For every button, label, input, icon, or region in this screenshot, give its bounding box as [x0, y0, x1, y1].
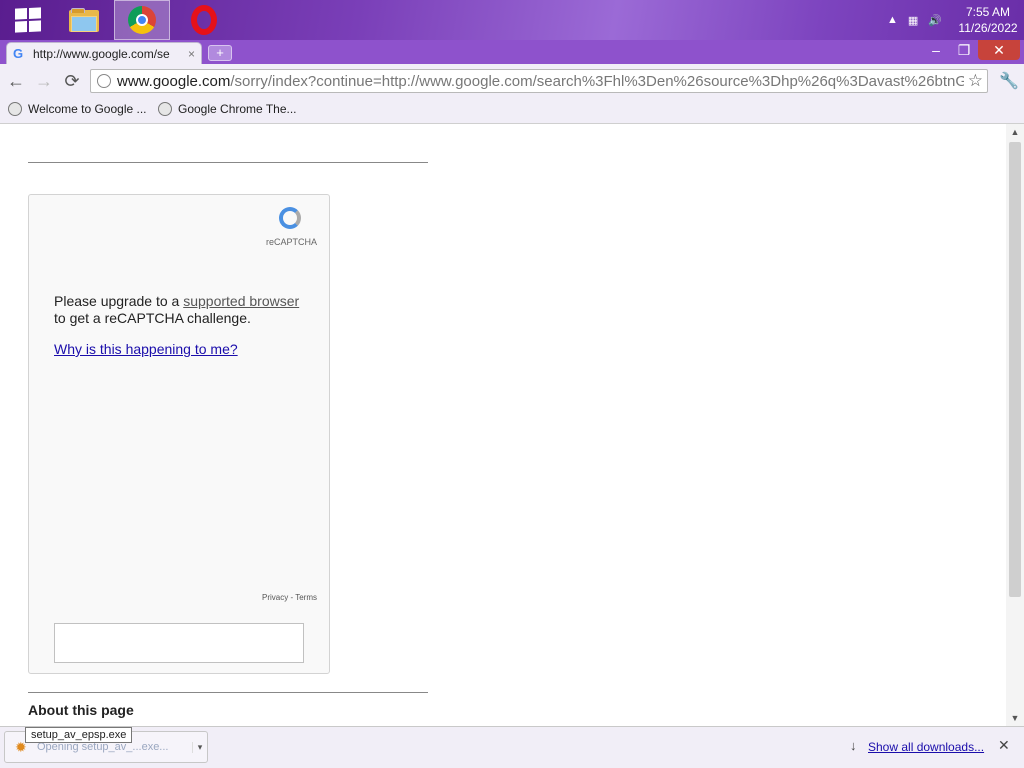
download-menu-caret[interactable]: ▾ — [192, 741, 207, 753]
chevron-up-icon[interactable]: ▲ — [887, 14, 898, 26]
folder-icon — [69, 8, 99, 32]
bookmark-item[interactable]: Welcome to Google ... — [8, 102, 147, 116]
wrench-menu-icon[interactable]: 🔧 — [996, 68, 1022, 94]
clock-time: 7:55 AM — [965, 5, 1011, 19]
show-all-downloads-link[interactable]: Show all downloads... — [868, 740, 984, 754]
message-suffix: to get a reCAPTCHA challenge. — [54, 310, 251, 326]
recaptcha-response-field[interactable] — [54, 623, 304, 663]
recaptcha-label: reCAPTCHA — [265, 237, 317, 247]
taskbar: ▲ ▦ 🔊 7:55 AM 11/26/2022 — [0, 0, 1024, 40]
globe-icon — [158, 102, 172, 116]
back-button[interactable]: ← — [3, 68, 29, 94]
divider — [28, 692, 428, 693]
bookmark-star-icon[interactable]: ☆ — [968, 71, 983, 91]
volume-icon[interactable]: 🔊 — [928, 14, 942, 27]
opera-icon — [191, 5, 217, 35]
forward-button[interactable]: → — [31, 68, 57, 94]
recaptcha-logo-icon — [277, 205, 307, 235]
tab-close-button[interactable]: × — [188, 47, 195, 61]
vertical-scrollbar[interactable]: ▲ ▼ — [1006, 124, 1024, 726]
download-tooltip: setup_av_epsp.exe — [25, 727, 133, 743]
bookmarks-bar: Welcome to Google ... Google Chrome The.… — [0, 98, 1024, 124]
bookmark-label: Welcome to Google ... — [28, 102, 147, 116]
about-heading: About this page — [28, 702, 134, 718]
start-button[interactable] — [0, 0, 56, 40]
url-path: /sorry/index?continue=http://www.google.… — [230, 72, 964, 90]
bookmark-item[interactable]: Google Chrome The... — [158, 102, 297, 116]
divider — [28, 162, 428, 163]
globe-icon — [97, 74, 111, 88]
clock[interactable]: 7:55 AM 11/26/2022 — [952, 4, 1024, 36]
url-host: www.google.com — [117, 72, 231, 90]
network-icon[interactable]: ▦ — [908, 14, 918, 27]
scroll-up-arrow-icon[interactable]: ▲ — [1006, 124, 1024, 140]
scroll-down-arrow-icon[interactable]: ▼ — [1006, 710, 1024, 726]
recaptcha-message: Please upgrade to a supported browser to… — [54, 293, 304, 327]
google-favicon-icon: G — [13, 45, 24, 61]
taskbar-opera[interactable] — [176, 0, 232, 40]
supported-browser-link[interactable]: supported browser — [183, 293, 299, 309]
address-bar[interactable]: www.google.com/sorry/index?continue=http… — [90, 69, 988, 93]
new-tab-button[interactable]: + — [208, 45, 232, 61]
close-window-button[interactable]: ✕ — [978, 40, 1020, 60]
chrome-icon — [128, 6, 156, 34]
message-prefix: Please upgrade to a — [54, 293, 184, 309]
scrollbar-thumb[interactable] — [1009, 142, 1021, 597]
taskbar-chrome[interactable] — [114, 0, 170, 40]
clock-date: 11/26/2022 — [958, 21, 1018, 35]
bookmark-label: Google Chrome The... — [178, 102, 297, 116]
windows-logo-icon — [15, 7, 41, 33]
page-content: reCAPTCHA Please upgrade to a supported … — [0, 124, 1006, 726]
restore-button[interactable]: ❐ — [950, 40, 978, 60]
browser-toolbar: ← → ⟳ www.google.com/sorry/index?continu… — [0, 64, 1024, 98]
recaptcha-widget: reCAPTCHA Please upgrade to a supported … — [28, 194, 330, 674]
reload-button[interactable]: ⟳ — [59, 68, 85, 94]
tab-google[interactable]: G http://www.google.com/se × — [6, 42, 202, 64]
system-tray: ▲ ▦ 🔊 7:55 AM 11/26/2022 — [887, 0, 1024, 40]
minimize-button[interactable]: – — [922, 40, 950, 60]
globe-icon — [8, 102, 22, 116]
close-shelf-button[interactable]: ✕ — [998, 737, 1010, 754]
recaptcha-footer[interactable]: Privacy - Terms — [262, 593, 317, 602]
address-text[interactable]: www.google.com/sorry/index?continue=http… — [117, 73, 964, 90]
download-arrow-icon: ↓ — [850, 738, 857, 753]
taskbar-file-explorer[interactable] — [56, 0, 112, 40]
tab-title: http://www.google.com/se — [33, 46, 170, 61]
tab-strip: G http://www.google.com/se × + — [0, 40, 1024, 64]
why-happening-link[interactable]: Why is this happening to me? — [54, 341, 238, 357]
